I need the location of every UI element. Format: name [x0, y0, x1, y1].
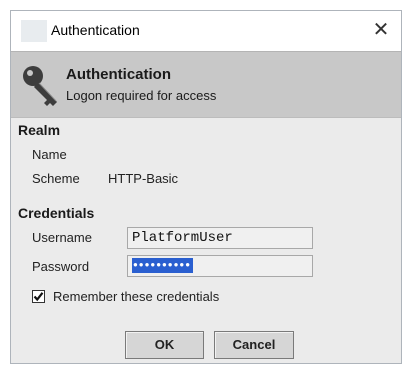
- remember-checkbox[interactable]: [32, 290, 45, 303]
- username-label: Username: [32, 230, 92, 245]
- realm-scheme-label: Scheme: [32, 171, 80, 186]
- realm-heading: Realm: [18, 122, 61, 138]
- window-title: Authentication: [51, 22, 140, 38]
- authentication-dialog: Authentication ✕ Authentication Logon re…: [10, 10, 402, 364]
- cancel-button[interactable]: Cancel: [214, 331, 294, 359]
- realm-name-label: Name: [32, 147, 67, 162]
- password-label: Password: [32, 259, 90, 274]
- remember-label: Remember these credentials: [53, 289, 220, 304]
- header-subtitle: Logon required for access: [66, 88, 217, 103]
- title-bar: Authentication ✕: [11, 11, 401, 51]
- realm-scheme-value: HTTP-Basic: [108, 171, 179, 186]
- password-field[interactable]: ●●●●●●●●●●: [127, 255, 313, 277]
- key-icon: [23, 66, 57, 106]
- checkmark-icon: [33, 292, 44, 302]
- blank-app-icon: [21, 20, 47, 42]
- dialog-header: Authentication Logon required for access: [11, 51, 401, 118]
- header-title: Authentication: [66, 66, 171, 83]
- username-field[interactable]: PlatformUser: [127, 227, 313, 249]
- credentials-heading: Credentials: [18, 205, 95, 221]
- close-button[interactable]: ✕: [367, 15, 395, 45]
- ok-button[interactable]: OK: [125, 331, 204, 359]
- password-mask: ●●●●●●●●●●: [132, 258, 194, 273]
